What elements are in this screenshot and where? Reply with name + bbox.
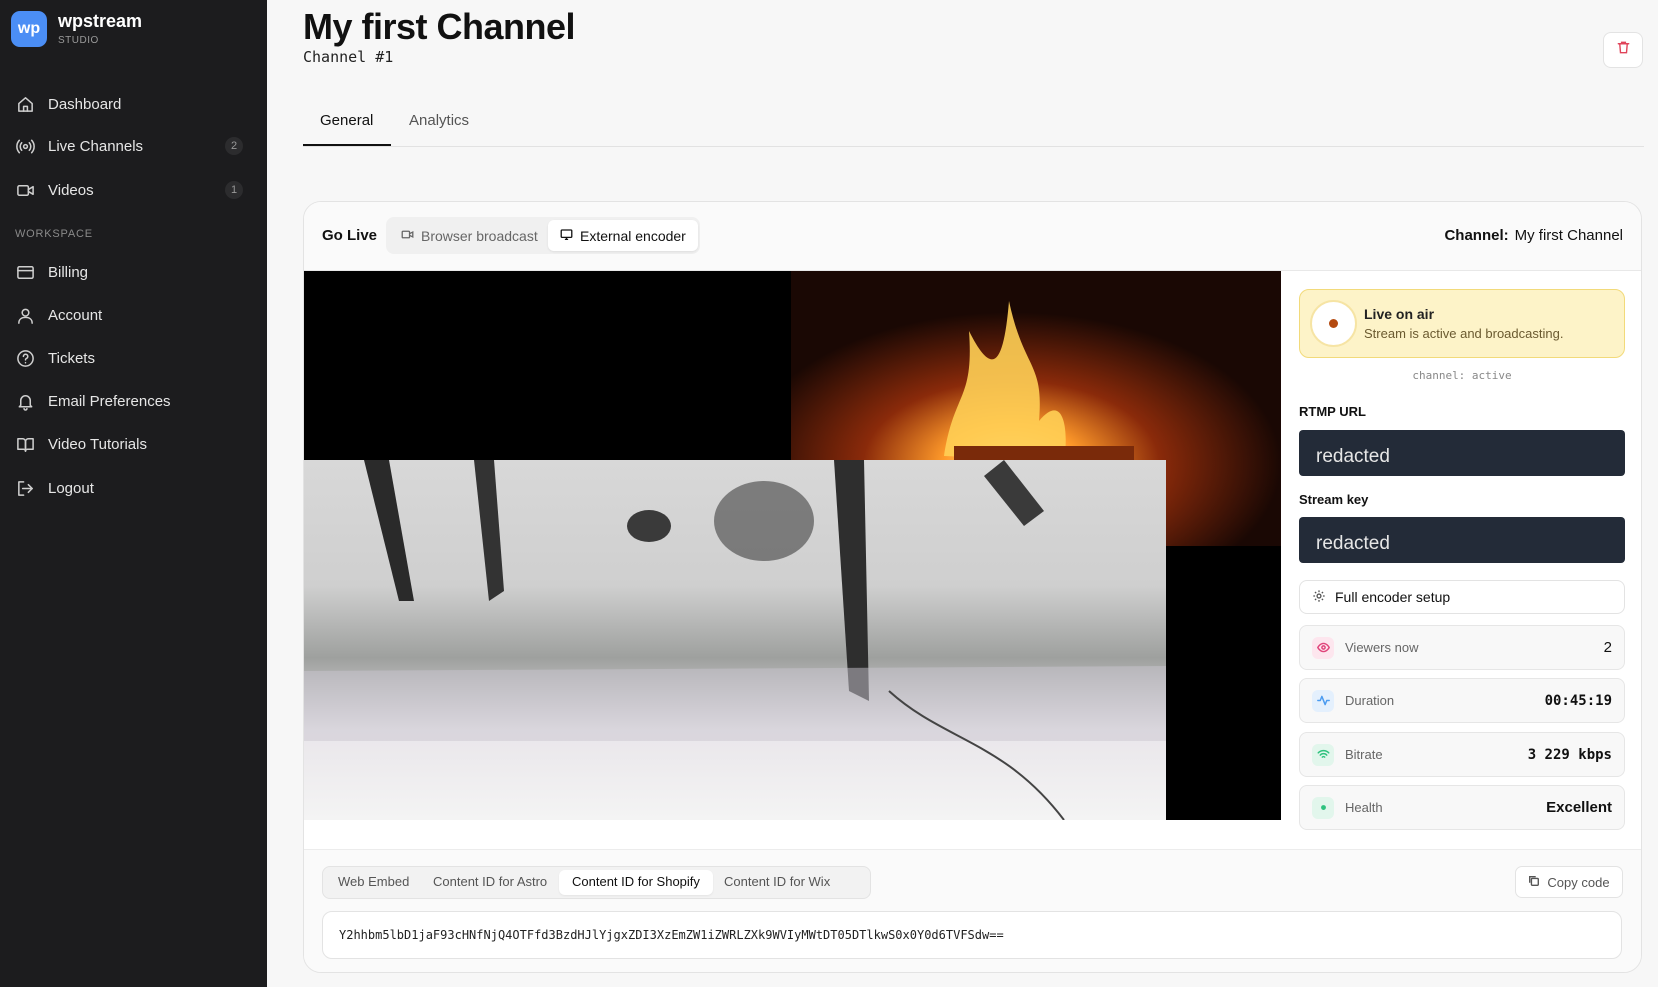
brand-name: wpstream xyxy=(58,11,143,31)
tab-bar: General Analytics xyxy=(303,104,1644,147)
go-live-label: Go Live xyxy=(322,227,378,244)
broadcast-mode-toggle: Browser broadcast External encoder xyxy=(386,217,700,254)
video-preview[interactable] xyxy=(304,271,1281,820)
channel-state: channel: active xyxy=(1412,369,1512,382)
tab-general[interactable]: General xyxy=(320,112,373,129)
sidebar-item-label: Dashboard xyxy=(48,95,122,113)
main-content: My first Channel Channel #1 General Anal… xyxy=(267,0,1658,987)
sidebar-item-live-channels[interactable]: Live Channels 2 xyxy=(15,131,243,161)
sidebar-item-account[interactable]: Account xyxy=(15,300,243,330)
stream-key-field[interactable]: redacted xyxy=(1299,517,1625,563)
sidebar-item-label: Live Channels xyxy=(48,137,144,155)
viewers-stat: Viewers now 2 xyxy=(1299,625,1625,670)
copy-code-button[interactable]: Copy code xyxy=(1515,866,1623,898)
tab-content-id-astro[interactable]: Content ID for Astro xyxy=(433,874,547,889)
go-live-header: Go Live Browser broadcast External encod… xyxy=(304,202,1641,271)
sidebar-item-label: Tickets xyxy=(48,349,95,367)
book-icon xyxy=(15,434,35,454)
live-dot-icon xyxy=(1329,319,1338,328)
sidebar-item-label: Videos xyxy=(48,181,94,199)
health-label: Health xyxy=(1345,800,1383,815)
live-status-banner: Live on air Stream is active and broadca… xyxy=(1299,289,1625,358)
full-encoder-setup-label: Full encoder setup xyxy=(1335,589,1451,605)
copy-code-label: Copy code xyxy=(1547,874,1610,890)
gear-icon xyxy=(1312,589,1335,606)
health-value: Excellent xyxy=(1546,799,1612,816)
page-title: My first Channel xyxy=(303,6,576,47)
brand-subtitle: STUDIO xyxy=(58,35,99,46)
health-dot-icon xyxy=(1312,796,1334,819)
credit-card-icon xyxy=(15,262,35,282)
embed-tab-bar: Web Embed Content ID for Astro Content I… xyxy=(322,866,871,899)
sidebar-item-video-tutorials[interactable]: Video Tutorials xyxy=(15,429,243,459)
rtmp-url-label: RTMP URL xyxy=(1299,404,1366,419)
live-status-subtitle: Stream is active and broadcasting. xyxy=(1364,326,1564,341)
sidebar-item-label: Logout xyxy=(48,479,94,497)
bitrate-value: 3 229 kbps xyxy=(1527,746,1612,763)
delete-channel-button[interactable] xyxy=(1603,32,1643,68)
broadcast-icon xyxy=(15,136,35,156)
live-indicator xyxy=(1310,300,1357,347)
video-camera-icon xyxy=(15,180,35,200)
sidebar: wp wpstream STUDIO Dashboard Live Channe… xyxy=(0,0,267,987)
viewers-value: 2 xyxy=(1603,639,1612,656)
brand[interactable]: wp wpstream STUDIO xyxy=(11,11,142,47)
live-status-title: Live on air xyxy=(1364,306,1435,322)
sidebar-item-logout[interactable]: Logout xyxy=(15,473,243,503)
sidebar-item-billing[interactable]: Billing xyxy=(15,257,243,287)
home-icon xyxy=(15,94,35,114)
user-icon xyxy=(15,305,35,325)
live-channels-count-badge: 2 xyxy=(225,137,243,155)
camera-icon xyxy=(401,228,421,244)
sidebar-item-label: Email Preferences xyxy=(48,392,171,410)
sidebar-item-email-preferences[interactable]: Email Preferences xyxy=(15,386,243,416)
tab-content-id-shopify[interactable]: Content ID for Shopify xyxy=(559,870,713,895)
trash-icon xyxy=(1616,40,1631,60)
sidebar-item-label: Video Tutorials xyxy=(48,435,147,453)
duration-label: Duration xyxy=(1345,693,1395,708)
sidebar-item-dashboard[interactable]: Dashboard xyxy=(15,89,243,119)
channel-label: Channel: My first Channel xyxy=(1444,227,1623,244)
videos-count-badge: 1 xyxy=(225,181,243,199)
active-tab-indicator xyxy=(303,144,391,146)
rtmp-url-field[interactable]: redacted xyxy=(1299,430,1625,476)
wifi-icon xyxy=(1312,743,1334,766)
browser-broadcast-label: Browser broadcast xyxy=(421,227,538,244)
workspace-section-label: WORKSPACE xyxy=(15,228,93,240)
help-circle-icon xyxy=(15,348,35,368)
full-encoder-setup-button[interactable]: Full encoder setup xyxy=(1299,580,1625,614)
health-stat: Health Excellent xyxy=(1299,785,1625,830)
viewers-label: Viewers now xyxy=(1345,640,1419,655)
video-frame-image xyxy=(304,271,1281,820)
stream-key-label: Stream key xyxy=(1299,492,1369,507)
wpstream-logo: wp xyxy=(11,11,47,47)
eye-icon xyxy=(1312,636,1334,659)
tab-analytics[interactable]: Analytics xyxy=(409,112,469,129)
channel-name: My first Channel xyxy=(1514,227,1623,244)
embed-code-field[interactable]: Y2hhbm5lbD1jaF93cHNfNjQ4OTFfd3BzdHJlYjgx… xyxy=(322,911,1622,959)
sidebar-item-label: Account xyxy=(48,306,103,324)
bitrate-label: Bitrate xyxy=(1345,747,1383,762)
go-live-card: Go Live Browser broadcast External encod… xyxy=(303,201,1642,973)
tab-content-id-wix[interactable]: Content ID for Wix xyxy=(724,874,830,889)
sidebar-item-tickets[interactable]: Tickets xyxy=(15,343,243,373)
external-encoder-label: External encoder xyxy=(580,227,686,244)
copy-icon xyxy=(1528,875,1547,890)
sidebar-item-label: Billing xyxy=(48,263,89,281)
activity-icon xyxy=(1312,689,1334,712)
bell-icon xyxy=(15,391,35,411)
external-encoder-button[interactable]: External encoder xyxy=(548,220,698,251)
page-subtitle: Channel #1 xyxy=(303,48,394,66)
duration-stat: Duration 00:45:19 xyxy=(1299,678,1625,723)
logout-icon xyxy=(15,478,35,498)
sidebar-item-videos[interactable]: Videos 1 xyxy=(15,175,243,205)
embed-section: Web Embed Content ID for Astro Content I… xyxy=(304,849,1641,972)
monitor-icon xyxy=(560,228,580,244)
browser-broadcast-button[interactable]: Browser broadcast xyxy=(389,220,550,251)
bitrate-stat: Bitrate 3 229 kbps xyxy=(1299,732,1625,777)
duration-value: 00:45:19 xyxy=(1544,692,1612,709)
tab-web-embed[interactable]: Web Embed xyxy=(338,874,409,889)
channel-prefix: Channel: xyxy=(1444,227,1509,244)
